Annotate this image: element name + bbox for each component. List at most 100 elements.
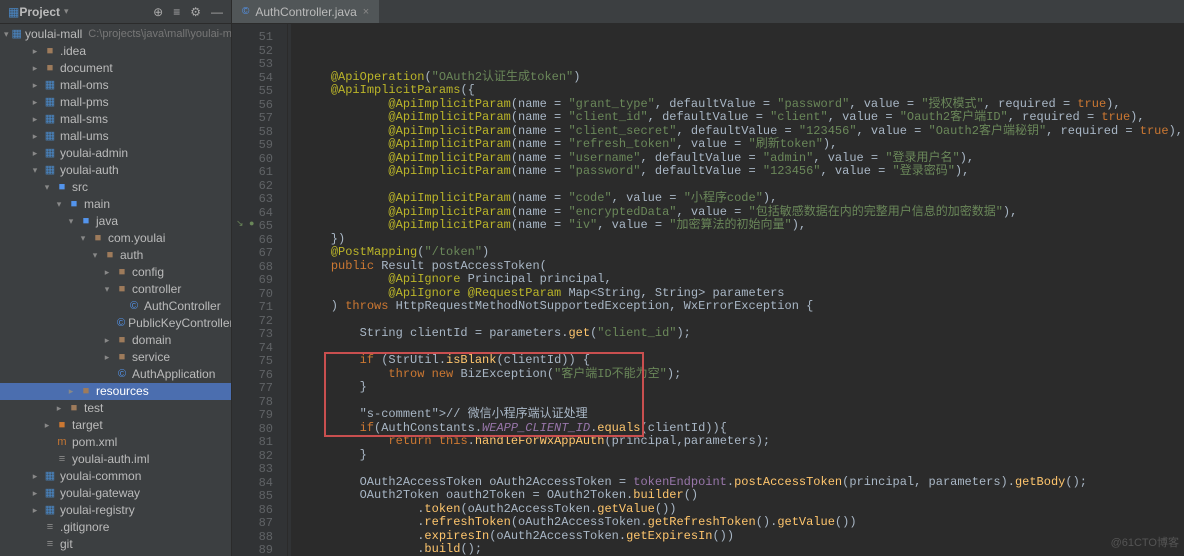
line-number[interactable]: 58 [232,125,287,139]
line-number[interactable]: 87 [232,516,287,530]
tree-item[interactable]: ▸▦youlai-gateway [0,485,231,502]
line-number[interactable]: 75 [232,354,287,368]
line-number[interactable]: 83 [232,462,287,476]
tree-item[interactable]: ≡youlai-auth.iml [0,451,231,468]
code-line[interactable]: if(AuthConstants.WEAPP_CLIENT_ID.equals(… [302,422,1183,436]
code-line[interactable]: } [302,381,1183,395]
tree-item[interactable]: ▾▦youlai-auth [0,162,231,179]
line-number[interactable]: 63 [232,192,287,206]
line-number[interactable]: ↘ ●65 [232,219,287,233]
tree-item[interactable]: ▸▦youlai-admin [0,145,231,162]
code-line[interactable]: @ApiImplicitParam(name = "iv", value = "… [302,219,1183,233]
code-line[interactable]: ) throws HttpRequestMethodNotSupportedEx… [302,300,1183,314]
line-number[interactable]: 70 [232,287,287,301]
tree-item[interactable]: ▾■auth [0,247,231,264]
tree-item[interactable]: ▾■java [0,213,231,230]
line-gutter[interactable]: 5152535455565758596061626364↘ ●656667686… [232,24,288,556]
code-line[interactable]: .refreshToken(oAuth2AccessToken.getRefre… [302,516,1183,530]
line-number[interactable]: 66 [232,233,287,247]
code-line[interactable]: @ApiIgnore Principal principal, [302,273,1183,287]
code-line[interactable]: return this.handleForWxAppAuth(principal… [302,435,1183,449]
project-tree[interactable]: ▾▦youlai-mallC:\projects\java\mall\youla… [0,24,231,556]
tree-item[interactable]: ▾■controller [0,281,231,298]
code-line[interactable]: @ApiImplicitParam(name = "code", value =… [302,192,1183,206]
code-line[interactable]: if (StrUtil.isBlank(clientId)) { [302,354,1183,368]
code-line[interactable]: public Result postAccessToken( [302,260,1183,274]
tree-item[interactable]: ▸■config [0,264,231,281]
line-number[interactable]: 52 [232,44,287,58]
tree-item[interactable]: ▸■document [0,60,231,77]
hide-icon[interactable]: — [211,5,223,19]
line-number[interactable]: 88 [232,530,287,544]
line-number[interactable]: 77 [232,381,287,395]
code-line[interactable]: OAuth2Token oauth2Token = OAuth2Token.bu… [302,489,1183,503]
line-number[interactable]: 68 [232,260,287,274]
line-number[interactable]: 80 [232,422,287,436]
line-number[interactable]: 86 [232,503,287,517]
code-line[interactable]: } [302,449,1183,463]
code-line[interactable]: @PostMapping("/token") [302,246,1183,260]
code-line[interactable] [302,395,1183,409]
code-line[interactable]: @ApiImplicitParam(name = "refresh_token"… [302,138,1183,152]
line-number[interactable]: 74 [232,341,287,355]
line-number[interactable]: 85 [232,489,287,503]
code-line[interactable] [302,341,1183,355]
line-number[interactable]: 59 [232,138,287,152]
line-number[interactable]: 69 [232,273,287,287]
tree-item[interactable]: ▾■main [0,196,231,213]
tree-item[interactable]: ≡.gitignore [0,519,231,536]
gear-icon[interactable]: ⚙ [190,5,201,19]
code-line[interactable]: @ApiImplicitParam(name = "client_secret"… [302,125,1183,139]
code-line[interactable] [302,314,1183,328]
tree-item[interactable]: ▸▦youlai-registry [0,502,231,519]
tree-item[interactable]: ▸▦mall-sms [0,111,231,128]
line-number[interactable]: 64 [232,206,287,220]
tree-item[interactable]: ▸■domain [0,332,231,349]
code-line[interactable]: .token(oAuth2AccessToken.getValue()) [302,503,1183,517]
tree-item[interactable]: ▸■service [0,349,231,366]
code-line[interactable]: @ApiImplicitParam(name = "client_id", de… [302,111,1183,125]
line-number[interactable]: 60 [232,152,287,166]
code-line[interactable]: "s-comment">// 微信小程序端认证处理 [302,408,1183,422]
code-line[interactable]: @ApiImplicitParams({ [302,84,1183,98]
line-number[interactable]: 61 [232,165,287,179]
line-number[interactable]: 67 [232,246,287,260]
code-line[interactable]: @ApiImplicitParam(name = "username", def… [302,152,1183,166]
line-number[interactable]: 82 [232,449,287,463]
tree-item[interactable]: ©AuthController [0,298,231,315]
code-line[interactable]: OAuth2AccessToken oAuth2AccessToken = to… [302,476,1183,490]
tree-item[interactable]: ▾■src [0,179,231,196]
tree-item[interactable]: ▸■resources [0,383,231,400]
code-line[interactable]: .expiresIn(oAuth2AccessToken.getExpiresI… [302,530,1183,544]
code-line[interactable]: throw new BizException("客户端ID不能为空"); [302,368,1183,382]
code-editor[interactable]: @ApiOperation("OAuth2认证生成token") @ApiImp… [292,24,1183,556]
line-number[interactable]: 51 [232,30,287,44]
tab-authcontroller[interactable]: © AuthController.java × [232,0,379,23]
code-line[interactable]: @ApiImplicitParam(name = "grant_type", d… [302,98,1183,112]
tree-item[interactable]: ▾■com.youlai [0,230,231,247]
locate-icon[interactable]: ⊕ [153,5,163,19]
code-line[interactable]: String clientId = parameters.get("client… [302,327,1183,341]
line-number[interactable]: 84 [232,476,287,490]
code-line[interactable]: @ApiImplicitParam(name = "encryptedData"… [302,206,1183,220]
tree-item[interactable]: ©PublicKeyController [0,315,231,332]
line-number[interactable]: 79 [232,408,287,422]
line-number[interactable]: 71 [232,300,287,314]
line-number[interactable]: 57 [232,111,287,125]
code-line[interactable] [302,462,1183,476]
line-number[interactable]: 81 [232,435,287,449]
code-line[interactable]: @ApiOperation("OAuth2认证生成token") [302,71,1183,85]
code-line[interactable] [302,179,1183,193]
tree-item[interactable]: ≡git [0,536,231,553]
tree-item[interactable]: ▸■.idea [0,43,231,60]
tree-item[interactable]: ▸▦mall-ums [0,128,231,145]
line-number[interactable]: 54 [232,71,287,85]
chevron-down-icon[interactable]: ▾ [64,6,69,17]
close-icon[interactable]: × [363,6,369,18]
line-number[interactable]: 72 [232,314,287,328]
line-number[interactable]: 73 [232,327,287,341]
tree-item[interactable]: mpom.xml [0,434,231,451]
line-number[interactable]: 78 [232,395,287,409]
tree-item[interactable]: ▸■target [0,417,231,434]
tree-item[interactable]: ©AuthApplication [0,366,231,383]
